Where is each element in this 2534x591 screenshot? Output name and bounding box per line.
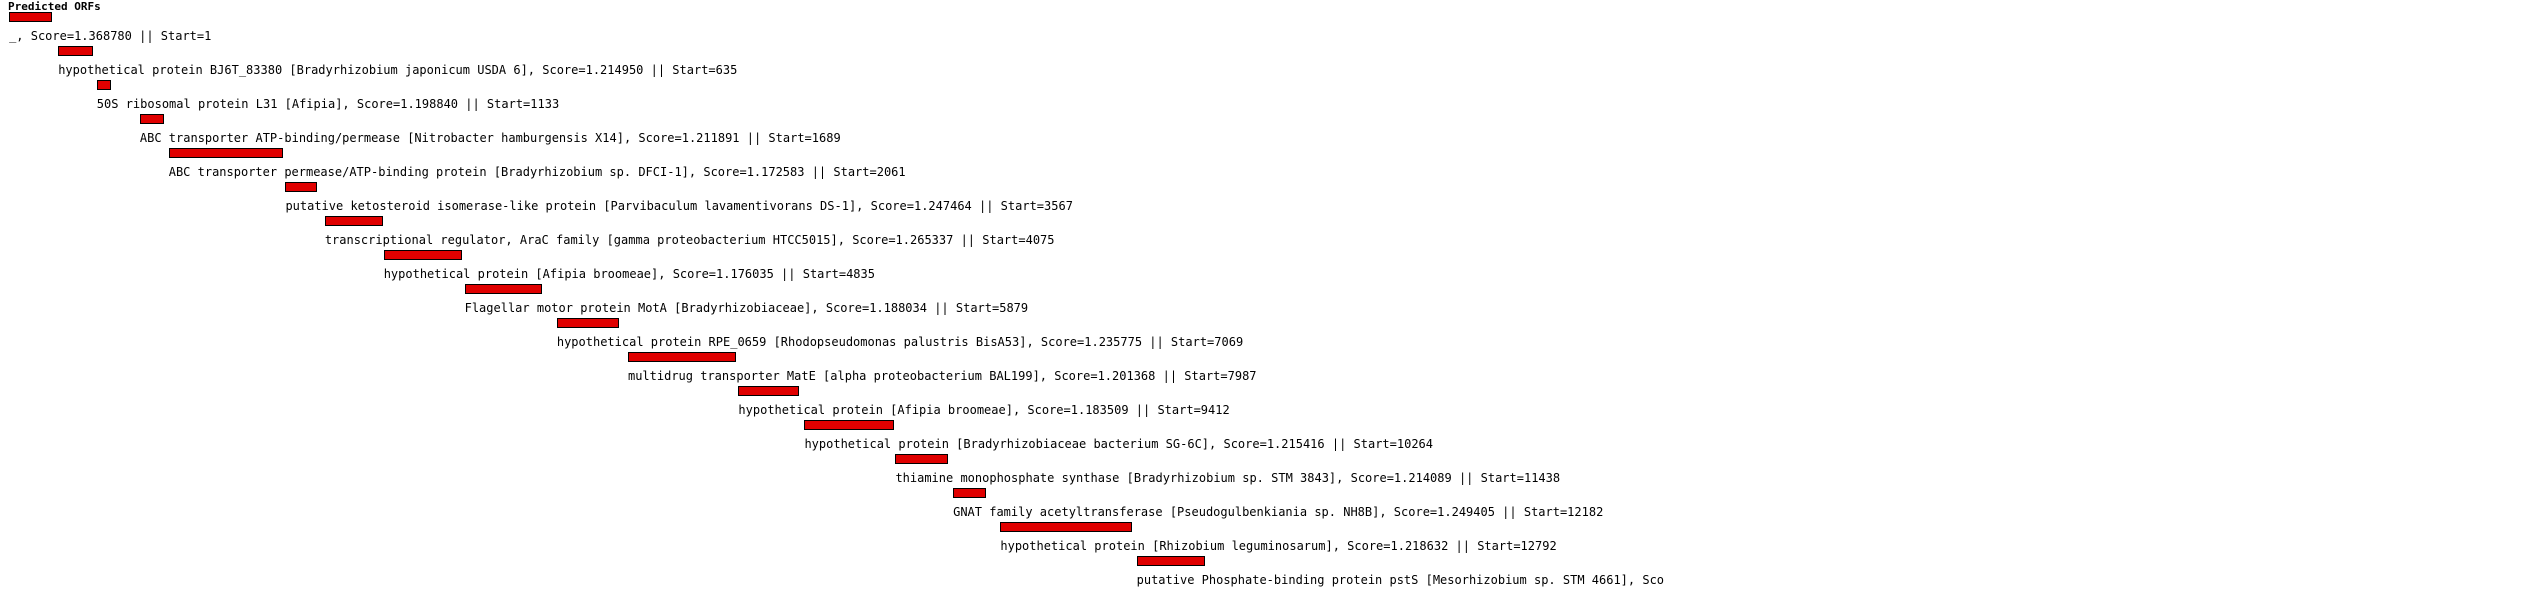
orf-bar[interactable]	[96, 80, 112, 90]
orf-label: ABC transporter ATP-binding/permease [Ni…	[139, 131, 841, 145]
orf-label: hypothetical protein [Bradyrhizobiaceae …	[804, 437, 1433, 451]
orf-label: Flagellar motor protein MotA [Bradyrhizo…	[464, 301, 1029, 315]
orf-bar[interactable]	[464, 284, 543, 294]
orf-bar[interactable]	[168, 148, 283, 158]
orf-label: putative Phosphate-binding protein pstS …	[1136, 573, 1665, 587]
orf-label: GNAT family acetyltransferase [Pseudogul…	[953, 505, 1604, 519]
orf-bar[interactable]	[9, 12, 53, 22]
orf-label: _, Score=1.368780 || Start=1	[9, 29, 212, 43]
orf-bar[interactable]	[58, 46, 94, 56]
orf-bar[interactable]	[1000, 522, 1132, 532]
orf-label: thiamine monophosphate synthase [Bradyrh…	[895, 471, 1561, 485]
orf-label: transcriptional regulator, AraC family […	[324, 233, 1055, 247]
orf-bar[interactable]	[804, 420, 895, 430]
orf-label: hypothetical protein RPE_0659 [Rhodopseu…	[556, 335, 1244, 349]
orf-track-area: _, Score=1.368780 || Start=1 hypothetical…	[0, 0, 2534, 591]
orf-label: hypothetical protein BJ6T_83380 [Bradyrh…	[58, 63, 738, 77]
orf-bar[interactable]	[139, 114, 164, 124]
orf-label: ABC transporter permease/ATP-binding pro…	[168, 165, 906, 179]
orf-bar[interactable]	[383, 250, 463, 260]
orf-label: hypothetical protein [Afipia broomeae], …	[383, 267, 875, 281]
orf-label: hypothetical protein [Afipia broomeae], …	[738, 403, 1230, 417]
orf-bar[interactable]	[324, 216, 383, 226]
orf-label: 50S ribosomal protein L31 [Afipia], Scor…	[96, 97, 560, 111]
orf-bar[interactable]	[738, 386, 799, 396]
orf-label: multidrug transporter MatE [alpha proteo…	[627, 369, 1257, 383]
orf-bar[interactable]	[1136, 556, 1205, 566]
orf-label: putative ketosteroid isomerase-like prot…	[285, 199, 1073, 213]
orf-bar[interactable]	[953, 488, 987, 498]
orf-bar[interactable]	[285, 182, 318, 192]
orf-label: hypothetical protein [Rhizobium legumino…	[1000, 539, 1557, 553]
orf-bar[interactable]	[627, 352, 736, 362]
orf-bar[interactable]	[556, 318, 619, 328]
orf-bar[interactable]	[895, 454, 948, 464]
